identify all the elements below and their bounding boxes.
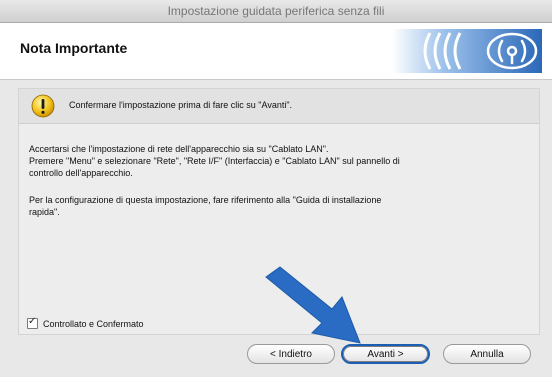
cancel-button[interactable]: Annulla xyxy=(443,344,531,364)
confirm-checkbox-row[interactable]: Controllato e Confermato xyxy=(27,316,144,329)
back-button[interactable]: < Indietro xyxy=(247,344,335,364)
window-title: Impostazione guidata periferica senza fi… xyxy=(167,4,385,18)
next-button[interactable]: Avanti > xyxy=(341,344,430,364)
next-button-face: Avanti > xyxy=(343,346,428,362)
warning-icon xyxy=(31,94,55,118)
instruction-paragraph-2: Per la configurazione di questa impostaz… xyxy=(29,195,382,217)
notice-text: Confermare l'impostazione prima di fare … xyxy=(69,100,293,110)
wizard-header: Nota Importante xyxy=(0,23,552,80)
wizard-window: Impostazione guidata periferica senza fi… xyxy=(0,0,552,377)
page-title: Nota Importante xyxy=(20,40,128,56)
confirm-checkbox-label: Controllato e Confermato xyxy=(43,318,144,329)
cancel-button-label: Annulla xyxy=(470,348,504,360)
notice-bar: Confermare l'impostazione prima di fare … xyxy=(19,89,539,124)
instruction-paragraph-1: Accertarsi che l'impostazione di rete de… xyxy=(29,144,400,178)
pointer-arrow-icon xyxy=(265,266,361,344)
window-titlebar: Impostazione guidata periferica senza fi… xyxy=(0,0,552,23)
back-button-label: < Indietro xyxy=(270,348,312,360)
confirm-checkbox[interactable] xyxy=(27,316,38,329)
wireless-signal-icon xyxy=(392,29,542,73)
next-button-label: Avanti > xyxy=(367,348,404,360)
